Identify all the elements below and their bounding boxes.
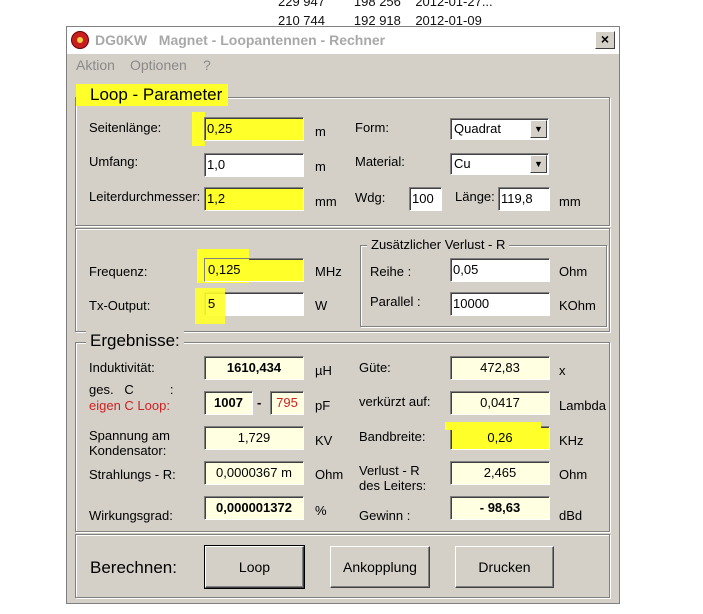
guete-label: Güte: <box>359 360 391 375</box>
menu-bar: Aktion Optionen ? <box>67 54 619 76</box>
ges-c-output: 1007 <box>204 391 253 415</box>
laenge-unit: mm <box>559 194 581 209</box>
umfang-label: Umfang: <box>89 154 139 169</box>
leiterdurchmesser-unit: mm <box>315 194 337 209</box>
background-text-row-1: 229 947 198 256 2012-01-27... <box>278 0 493 9</box>
leiterdurchmesser-label: Leiterdurchmesser: <box>89 189 201 204</box>
umfang-unit: m <box>315 159 326 174</box>
wdg-label: Wdg: <box>355 190 386 205</box>
tx-output-value-overlay: 5 <box>208 296 216 311</box>
guete-output: 472,83 <box>450 356 550 380</box>
strahlung-label: Strahlungs - R: <box>89 467 176 482</box>
material-select-value: Cu <box>454 156 471 171</box>
verlust-legend: Zusätzlicher Verlust - R <box>367 237 510 252</box>
menu-optionen[interactable]: Optionen <box>130 57 187 73</box>
ges-c-unit: pF <box>315 398 331 413</box>
tx-output-unit: W <box>315 298 328 313</box>
chevron-down-icon[interactable]: ▼ <box>530 120 547 138</box>
wirkungsgrad-output: 0,000001372 <box>204 496 304 520</box>
verkuerzt-unit: Lambda <box>559 398 606 413</box>
parallel-input[interactable]: 10000 <box>450 292 550 316</box>
kondensator-label: Kondensator: <box>89 443 167 458</box>
verkuerzt-label: verkürzt auf: <box>359 394 431 409</box>
highlight-stroke <box>445 422 541 430</box>
induktivitaet-label: Induktivität: <box>89 360 155 375</box>
gewinn-label: Gewinn : <box>359 508 411 523</box>
eigen-c-output: 795 <box>270 391 304 415</box>
strahlung-unit: Ohm <box>315 467 344 482</box>
seitenlaenge-unit: m <box>315 124 326 139</box>
form-label: Form: <box>355 120 389 135</box>
material-select[interactable]: Cu ▼ <box>450 153 549 175</box>
ges-c-dash: - <box>257 395 262 410</box>
spannung-output: 1,729 <box>204 426 304 450</box>
ergebnisse-legend: Ergebnisse: <box>86 331 184 351</box>
seitenlaenge-input[interactable]: 0,25 <box>204 117 304 141</box>
form-select[interactable]: Quadrat ▼ <box>450 118 549 140</box>
parallel-label: Parallel : <box>370 294 421 309</box>
title-bar[interactable]: DG0KW Magnet - Loopantennen - Rechner × <box>67 27 619 54</box>
bandbreite-label: Bandbreite: <box>359 429 426 444</box>
frequenz-unit: MHz <box>315 264 342 279</box>
menu-aktion[interactable]: Aktion <box>76 57 115 73</box>
chevron-down-icon[interactable]: ▼ <box>530 155 547 173</box>
guete-unit: x <box>559 363 566 378</box>
gewinn-output: - 98,63 <box>450 496 550 520</box>
frequenz-label: Frequenz: <box>89 264 148 279</box>
gewinn-unit: dBd <box>559 508 583 523</box>
induktivitaet-unit: µH <box>315 363 332 378</box>
verlust-r-output: 2,465 <box>450 461 550 485</box>
spannung-unit: KV <box>315 433 333 448</box>
des-leiters-label: des Leiters: <box>359 478 427 493</box>
bandbreite-unit: KHz <box>559 433 584 448</box>
parallel-unit: KOhm <box>559 298 596 313</box>
close-button[interactable]: × <box>595 31 615 49</box>
calculator-window: DG0KW Magnet - Loopantennen - Rechner × … <box>66 26 620 604</box>
ankopplung-button[interactable]: Ankopplung <box>330 546 430 588</box>
wirkungsgrad-unit: % <box>315 503 327 518</box>
induktivitaet-output: 1610,434 <box>204 356 304 380</box>
tx-output-label: Tx-Output: <box>89 298 151 313</box>
berechnen-label: Berechnen: <box>90 558 177 577</box>
wdg-input[interactable]: 100 <box>409 187 442 211</box>
ges-c-label: ges. C : <box>89 382 174 397</box>
strahlung-output: 0,0000367 m <box>204 461 304 485</box>
menu-help[interactable]: ? <box>203 57 211 73</box>
umfang-input[interactable]: 1,0 <box>204 153 304 177</box>
verlust-r-unit: Ohm <box>559 467 588 482</box>
wirkungsgrad-label: Wirkungsgrad: <box>89 508 173 523</box>
frequenz-value-overlay: 0,125 <box>208 262 241 277</box>
material-label: Material: <box>355 154 405 169</box>
app-icon <box>71 31 89 49</box>
verkuerzt-output: 0,0417 <box>450 391 550 415</box>
drucken-button[interactable]: Drucken <box>455 546 554 588</box>
laenge-label: Länge: <box>455 189 495 204</box>
laenge-input[interactable]: 119,8 <box>498 187 550 211</box>
reihe-label: Reihe : <box>370 264 412 279</box>
leiterdurchmesser-input[interactable]: 1,2 <box>204 187 304 211</box>
loop-button[interactable]: Loop <box>204 545 305 589</box>
reihe-unit: Ohm <box>559 264 588 279</box>
form-select-value: Quadrat <box>454 121 501 136</box>
reihe-input[interactable]: 0,05 <box>450 258 550 282</box>
spannung-label: Spannung am <box>89 428 170 443</box>
loop-parameter-legend-overlay: Loop - Parameter <box>90 85 223 104</box>
seitenlaenge-label: Seitenlänge: <box>89 120 162 135</box>
verlust-r-label: Verlust - R <box>359 463 420 478</box>
eigen-c-label: eigen C Loop: <box>89 398 170 413</box>
window-title: DG0KW Magnet - Loopantennen - Rechner <box>95 32 386 48</box>
